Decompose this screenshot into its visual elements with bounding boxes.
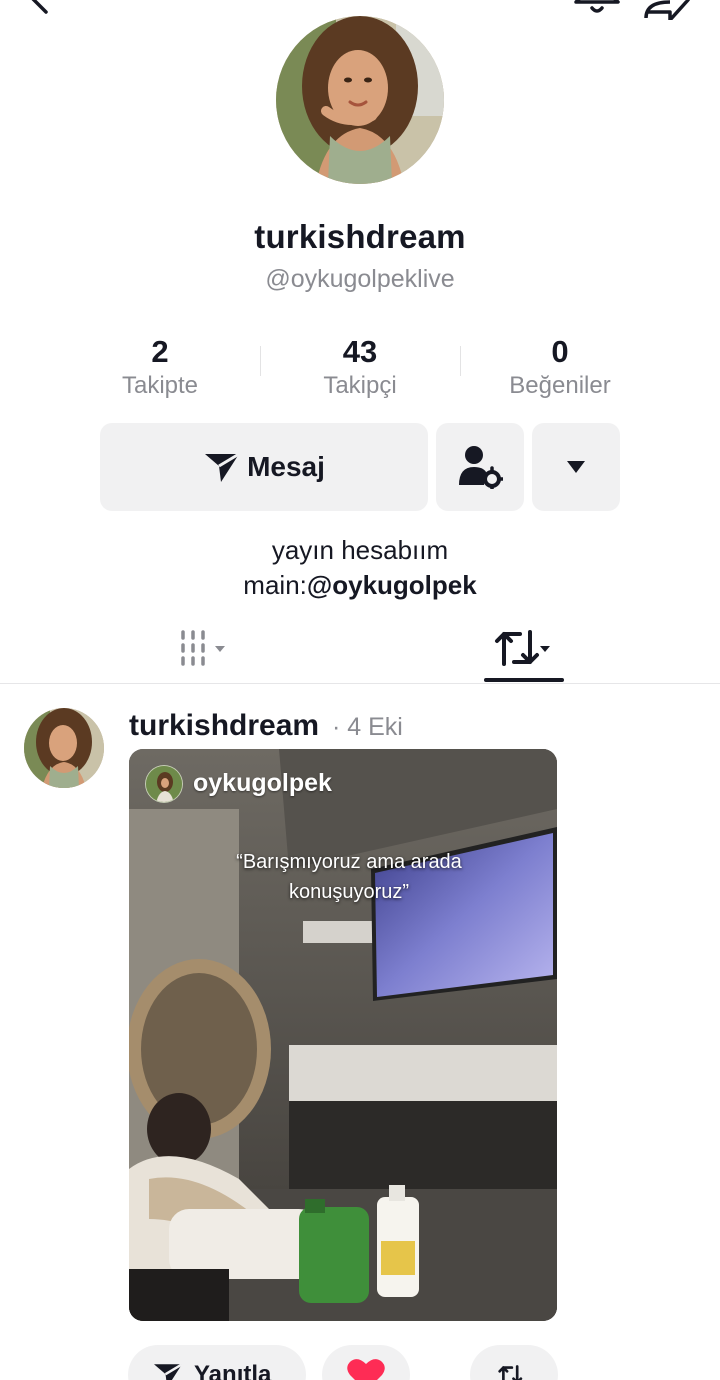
stat-followers[interactable]: 43 Takipçi xyxy=(260,334,460,402)
tab-reposts[interactable] xyxy=(484,618,564,678)
profile-avatar-image xyxy=(276,16,444,184)
send-icon xyxy=(205,452,240,482)
message-button-label: Mesaj xyxy=(247,451,325,482)
active-tab-indicator xyxy=(484,678,564,682)
profile-stats: 2 Takipte 43 Takipçi 0 Beğeniler xyxy=(60,334,660,404)
back-icon[interactable] xyxy=(18,0,58,20)
heart-icon xyxy=(347,1359,385,1380)
send-icon xyxy=(154,1363,183,1380)
post-author-avatar[interactable] xyxy=(24,708,104,788)
like-button[interactable] xyxy=(322,1345,410,1380)
video-thumbnail xyxy=(129,749,557,1321)
message-button[interactable]: Mesaj xyxy=(100,423,428,511)
caret-down-icon xyxy=(567,461,585,473)
post-video[interactable]: oykugolpek “Barışmıyoruz ama arada konuş… xyxy=(129,749,557,1321)
repost-icon xyxy=(495,630,550,666)
stat-followers-value: 43 xyxy=(342,334,378,369)
more-dropdown-button[interactable] xyxy=(532,423,620,511)
video-caption-line-1: “Barışmıyoruz ama arada xyxy=(236,851,462,873)
post-author-name[interactable]: turkishdream xyxy=(129,709,319,743)
user-settings-icon xyxy=(459,446,503,489)
video-caption-line-2: konuşuyoruz” xyxy=(288,881,410,903)
tabs-divider xyxy=(0,683,720,684)
repost-icon xyxy=(498,1365,523,1380)
reply-button-label: Yanıtla xyxy=(194,1361,272,1380)
stat-likes-label: Beğeniler xyxy=(509,372,611,399)
profile-display-name: turkishdream xyxy=(254,218,466,255)
profile-handle: @oykugolpeklive xyxy=(265,265,455,293)
share-icon[interactable] xyxy=(640,0,692,20)
post-date: · 4 Eki xyxy=(332,713,403,741)
stat-following[interactable]: 2 Takipte xyxy=(60,334,260,402)
bio-line-2: main:@oykugolpek xyxy=(0,570,720,601)
reply-button[interactable]: Yanıtla xyxy=(128,1345,306,1380)
profile-avatar[interactable] xyxy=(276,16,444,184)
stat-likes[interactable]: 0 Beğeniler xyxy=(460,334,660,402)
caret-down-icon xyxy=(215,646,225,652)
post-author-avatar-image xyxy=(24,708,104,788)
tab-videos[interactable] xyxy=(150,618,260,678)
repost-button[interactable] xyxy=(470,1345,558,1380)
bio-line-1: yayın hesabıım xyxy=(271,535,449,565)
bio-main-prefix: main: xyxy=(243,570,307,600)
bio-main-mention[interactable]: @oykugolpek xyxy=(307,570,477,600)
stat-following-value: 2 xyxy=(151,334,169,369)
stat-followers-label: Takipçi xyxy=(323,372,397,399)
follow-options-button[interactable] xyxy=(436,423,524,511)
bell-icon[interactable] xyxy=(572,0,622,22)
grid-icon xyxy=(181,630,225,666)
video-user-avatar xyxy=(145,765,183,803)
stat-following-label: Takipte xyxy=(121,372,199,399)
stat-likes-value: 0 xyxy=(551,334,569,369)
video-username: oykugolpek xyxy=(193,769,332,797)
